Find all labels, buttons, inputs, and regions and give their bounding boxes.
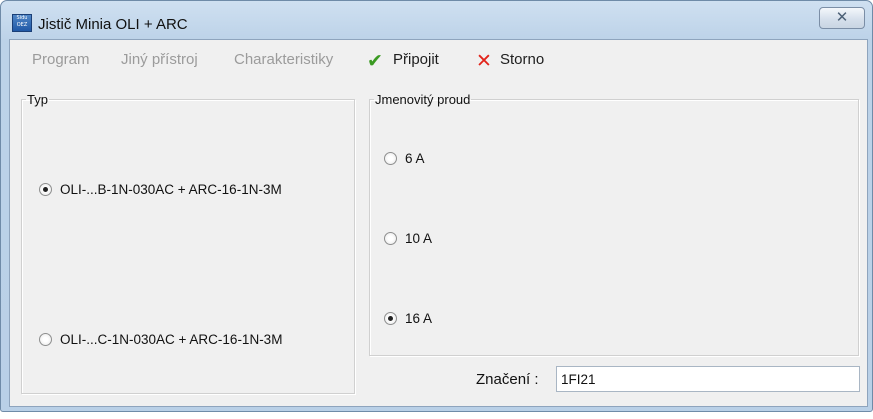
dialog-client-area: Program Jiný přístroj Charakteristiky ✔ … bbox=[9, 39, 868, 407]
radio-button[interactable] bbox=[384, 232, 397, 245]
check-icon: ✔ bbox=[367, 50, 383, 72]
radio-typ-c-label: OLI-...C-1N-030AC + ARC-16-1N-3M bbox=[60, 332, 283, 347]
typ-legend: Typ bbox=[27, 92, 48, 107]
menu-charakteristiky[interactable]: Charakteristiky bbox=[234, 51, 333, 68]
radio-16a-label: 16 A bbox=[405, 311, 433, 326]
radio-6a-label: 6 A bbox=[405, 151, 425, 166]
menu-storno[interactable]: ✕ Storno bbox=[476, 50, 545, 72]
radio-typ-b[interactable]: OLI-...B-1N-030AC + ARC-16-1N-3M bbox=[39, 182, 282, 197]
typ-group: Typ OLI-...B-1N-030AC + ARC-16-1N-3M OLI… bbox=[21, 92, 355, 394]
radio-button[interactable] bbox=[384, 152, 397, 165]
radio-10a-label: 10 A bbox=[405, 231, 433, 246]
radio-typ-b-label: OLI-...B-1N-030AC + ARC-16-1N-3M bbox=[60, 182, 282, 197]
dialog-window: Sidu OEZ Jistič Minia OLI + ARC ✕ Progra… bbox=[0, 0, 873, 412]
title-bar[interactable]: Sidu OEZ Jistič Minia OLI + ARC ✕ bbox=[1, 1, 872, 39]
close-button[interactable]: ✕ bbox=[819, 7, 865, 29]
radio-6a[interactable]: 6 A bbox=[384, 151, 425, 166]
menu-pripojit[interactable]: ✔ Připojit bbox=[367, 50, 439, 72]
znaceni-label: Značení : bbox=[476, 371, 539, 388]
znaceni-input[interactable] bbox=[556, 366, 860, 392]
x-icon: ✕ bbox=[476, 50, 492, 72]
menu-pripojit-label: Připojit bbox=[393, 51, 439, 68]
close-icon: ✕ bbox=[835, 8, 849, 26]
menu-jiny-pristroj[interactable]: Jiný přístroj bbox=[121, 51, 198, 68]
radio-16a[interactable]: 16 A bbox=[384, 311, 432, 326]
radio-typ-c[interactable]: OLI-...C-1N-030AC + ARC-16-1N-3M bbox=[39, 332, 282, 347]
window-title: Jistič Minia OLI + ARC bbox=[38, 16, 188, 33]
radio-button[interactable] bbox=[39, 183, 52, 196]
menu-storno-label: Storno bbox=[500, 51, 545, 68]
radio-button[interactable] bbox=[384, 312, 397, 325]
menu-program[interactable]: Program bbox=[32, 51, 90, 68]
proud-legend: Jmenovitý proud bbox=[375, 92, 471, 107]
radio-button[interactable] bbox=[39, 333, 52, 346]
jmenovity-proud-group: Jmenovitý proud 6 A 10 A 16 A bbox=[369, 92, 859, 356]
app-icon: Sidu OEZ bbox=[12, 14, 32, 32]
radio-10a[interactable]: 10 A bbox=[384, 231, 432, 246]
